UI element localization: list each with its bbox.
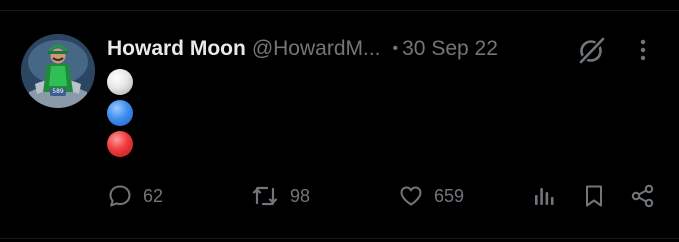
avatar[interactable]: 589	[21, 34, 95, 108]
bookmark-button[interactable]	[582, 180, 606, 212]
action-bar: 62 98 659	[0, 180, 679, 212]
tweet-header: Howard Moon @HowardM... • 30 Sep 22	[107, 34, 498, 64]
tweet-card[interactable]: 589 Howard Moon @HowardM... • 30 Sep 22	[0, 0, 679, 242]
reply-icon	[109, 185, 131, 207]
reply-button[interactable]: 62	[107, 180, 163, 212]
separator-dot: •	[392, 40, 399, 57]
like-button[interactable]: 659	[398, 180, 464, 212]
divider	[0, 10, 679, 11]
avatar-badge-text: 589	[52, 88, 64, 95]
like-count: 659	[434, 185, 465, 206]
tweet-body	[107, 69, 137, 162]
divider	[0, 238, 679, 239]
share-button[interactable]	[630, 180, 656, 212]
retweet-icon	[252, 186, 278, 206]
reply-count: 62	[143, 185, 164, 206]
views-icon	[535, 188, 554, 205]
timestamp[interactable]: 30 Sep 22	[402, 37, 498, 61]
views-button[interactable]	[532, 180, 556, 212]
user-handle[interactable]: @HowardM...	[252, 37, 381, 61]
blue-circle-emoji	[107, 100, 133, 126]
retweet-count: 98	[290, 185, 311, 206]
retweet-button[interactable]: 98	[250, 180, 310, 212]
avatar-image	[21, 34, 95, 108]
share-icon	[631, 184, 654, 208]
more-vertical-icon[interactable]	[632, 37, 654, 63]
white-circle-emoji	[107, 69, 133, 95]
display-name[interactable]: Howard Moon	[107, 37, 246, 61]
red-circle-emoji	[107, 131, 133, 157]
grok-icon[interactable]	[577, 35, 607, 65]
bookmark-icon	[586, 185, 602, 207]
heart-icon	[400, 186, 422, 206]
